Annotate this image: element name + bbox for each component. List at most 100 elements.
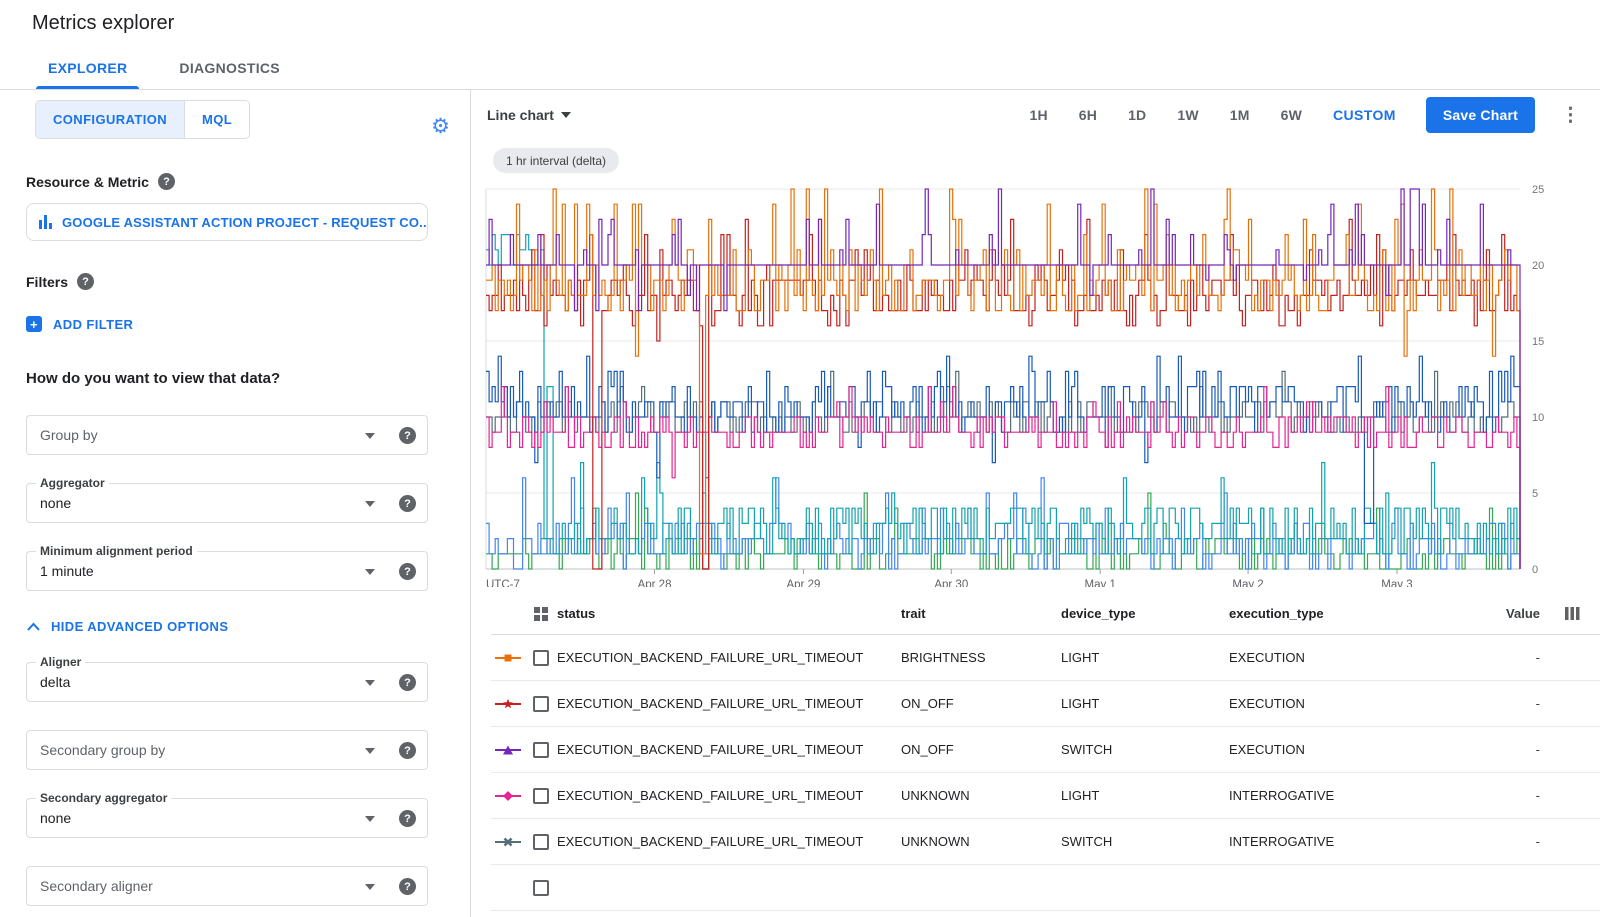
device-type-cell: SWITCH [1061,742,1229,757]
execution-type-cell: INTERROGATIVE [1229,834,1477,849]
chart-panel: Line chart 1H 6H 1D 1W 1M 6W CUSTOM Save Chart… [471,90,1600,917]
table-row: EXECUTION_BACKEND_FAILURE_URL_TIMEOUT BR… [491,635,1600,681]
status-cell: EXECUTION_BACKEND_FAILURE_URL_TIMEOUT [557,696,901,711]
legend-table: status trait device_type execution_type … [471,593,1600,911]
time-range-group: 1H 6H 1D 1W 1M 6W CUSTOM [1029,107,1395,123]
chart-type-select[interactable]: Line chart [487,107,571,123]
aligner-value: delta [40,674,70,690]
aligner-select[interactable]: Aligner delta [26,662,428,702]
svg-text:0: 0 [1532,564,1538,576]
hide-advanced-options-label: HIDE ADVANCED OPTIONS [51,619,228,634]
aggregator-select[interactable]: Aggregator none [26,483,428,523]
svg-text:Apr 28: Apr 28 [638,579,672,587]
trait-cell: UNKNOWN [901,788,1061,803]
resource-metric-help-icon[interactable] [158,173,175,190]
tab-explorer[interactable]: EXPLORER [22,46,153,89]
app-header: Metrics explorer [0,0,1600,46]
metric-selector-label: GOOGLE ASSISTANT ACTION PROJECT - REQUES… [62,215,428,230]
table-row [491,865,1600,911]
row-checkbox[interactable] [533,742,549,758]
chevron-up-icon [26,622,41,632]
column-header-status[interactable]: status [557,606,901,621]
row-checkbox[interactable] [533,880,549,896]
hide-advanced-options-button[interactable]: HIDE ADVANCED OPTIONS [26,619,470,634]
execution-type-cell: EXECUTION [1229,742,1477,757]
column-header-trait[interactable]: trait [901,606,1061,621]
column-header-value[interactable]: Value [1477,606,1544,621]
resource-metric-section: Resource & Metric [26,173,470,190]
chevron-down-icon [365,501,375,507]
legend-table-header: status trait device_type execution_type … [491,593,1600,635]
time-range-1w[interactable]: 1W [1177,107,1198,123]
secondary-group-by-select[interactable]: Secondary group by [26,730,428,770]
select-all-series-icon[interactable] [525,607,557,621]
configuration-toggle[interactable]: CONFIGURATION [36,101,184,138]
value-cell: - [1477,650,1544,665]
table-row: EXECUTION_BACKEND_FAILURE_URL_TIMEOUT ON… [491,681,1600,727]
table-row: EXECUTION_BACKEND_FAILURE_URL_TIMEOUT UN… [491,819,1600,865]
secondary-aggregator-value: none [40,810,71,826]
secondary-aligner-help-icon[interactable] [399,878,416,895]
chevron-down-icon [365,680,375,686]
configuration-panel: CONFIGURATION MQL Resource & Metric GOOG… [0,90,471,917]
time-range-custom[interactable]: CUSTOM [1333,107,1396,123]
row-checkbox[interactable] [533,788,549,804]
add-filter-button[interactable]: ADD FILTER [26,316,470,332]
time-range-6w[interactable]: 6W [1281,107,1302,123]
svg-text:20: 20 [1532,260,1544,272]
chevron-down-icon [561,112,571,118]
time-range-1m[interactable]: 1M [1230,107,1250,123]
chevron-down-icon [365,884,375,890]
secondary-aligner-select[interactable]: Secondary aligner [26,866,428,906]
min-alignment-period-label: Minimum alignment period [36,544,197,559]
view-data-question: How do you want to view that data? [26,370,470,387]
time-range-1h[interactable]: 1H [1029,107,1047,123]
row-checkbox[interactable] [533,834,549,850]
svg-text:May 1: May 1 [1085,579,1116,587]
aggregator-help-icon[interactable] [399,495,416,512]
svg-text:25: 25 [1532,184,1544,196]
value-cell: - [1477,742,1544,757]
time-range-6h[interactable]: 6H [1079,107,1097,123]
aligner-help-icon[interactable] [399,674,416,691]
group-by-select[interactable]: Group by [26,415,428,455]
mql-toggle[interactable]: MQL [184,101,249,138]
tab-diagnostics[interactable]: DIAGNOSTICS [153,46,306,89]
row-checkbox[interactable] [533,650,549,666]
device-type-cell: LIGHT [1061,696,1229,711]
chevron-down-icon [365,816,375,822]
min-alignment-period-help-icon[interactable] [399,563,416,580]
secondary-group-by-value: Secondary group by [40,742,165,758]
group-by-help-icon[interactable] [399,427,416,444]
row-checkbox[interactable] [533,696,549,712]
value-cell: - [1477,788,1544,803]
chart-toolbar: Line chart 1H 6H 1D 1W 1M 6W CUSTOM Save Chart [471,90,1600,140]
filters-help-icon[interactable] [77,273,94,290]
metric-selector-button[interactable]: GOOGLE ASSISTANT ACTION PROJECT - REQUES… [26,203,428,241]
secondary-aggregator-select[interactable]: Secondary aggregator none [26,798,428,838]
save-chart-button[interactable]: Save Chart [1426,97,1535,133]
svg-text:5: 5 [1532,488,1538,500]
column-picker-icon[interactable] [1544,607,1600,620]
metrics-line-chart[interactable]: 0510152025UTC-7Apr 28Apr 29Apr 30May 1Ma… [484,177,1582,587]
group-by-value: Group by [40,427,98,443]
tab-bar: EXPLORER DIAGNOSTICS [0,46,1600,90]
filters-label: Filters [26,274,68,290]
device-type-cell: LIGHT [1061,650,1229,665]
time-range-1d[interactable]: 1D [1128,107,1146,123]
device-type-cell: SWITCH [1061,834,1229,849]
interval-chip: 1 hr interval (delta) [493,148,619,173]
settings-gear-icon[interactable] [431,114,450,139]
secondary-aggregator-help-icon[interactable] [399,810,416,827]
svg-text:May 2: May 2 [1232,579,1263,587]
column-header-device-type[interactable]: device_type [1061,606,1229,621]
execution-type-cell: EXECUTION [1229,650,1477,665]
series-marker-icon [491,836,525,848]
status-cell: EXECUTION_BACKEND_FAILURE_URL_TIMEOUT [557,742,901,757]
filters-section: Filters [26,273,470,290]
min-alignment-period-select[interactable]: Minimum alignment period 1 minute [26,551,428,591]
column-header-execution-type[interactable]: execution_type [1229,606,1477,621]
secondary-group-by-help-icon[interactable] [399,742,416,759]
overflow-menu-icon[interactable] [1551,104,1590,127]
trait-cell: UNKNOWN [901,834,1061,849]
